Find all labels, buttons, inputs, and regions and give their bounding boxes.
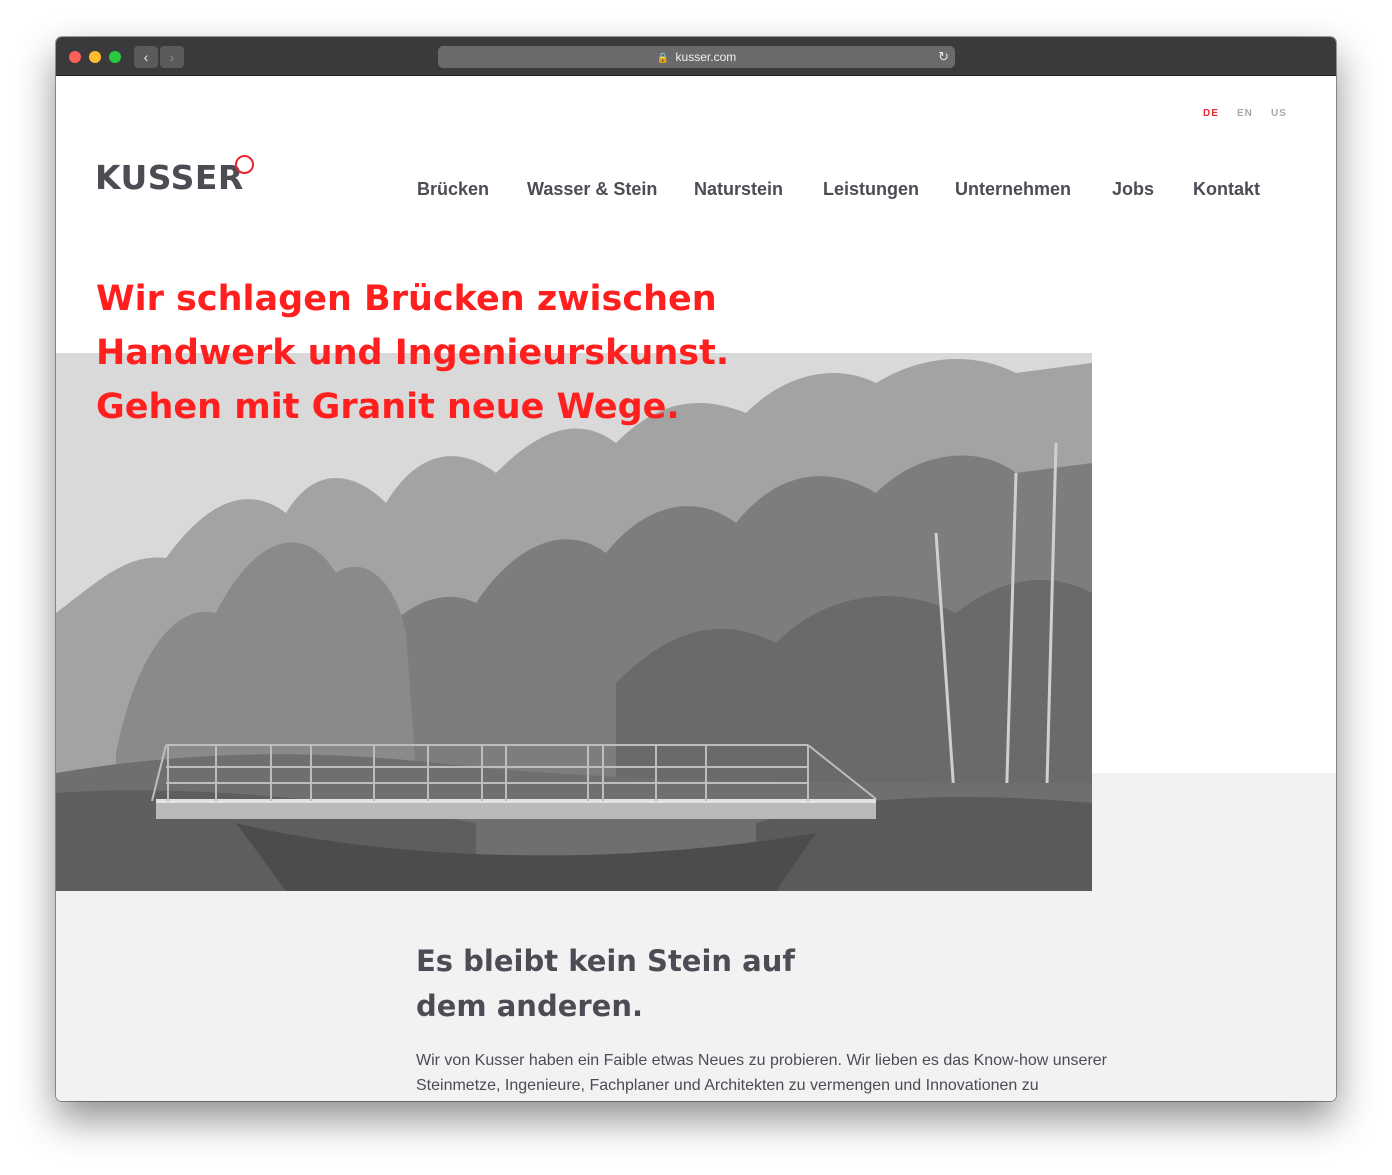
reload-icon[interactable]: ↻ xyxy=(938,46,949,68)
language-de-link[interactable]: DE xyxy=(1203,108,1219,119)
maximize-window-button[interactable] xyxy=(109,51,121,63)
address-bar-url: kusser.com xyxy=(675,50,737,64)
section-title-line: dem anderen. xyxy=(416,989,644,1023)
hero-headline-line: Handwerk und Ingenieurskunst. xyxy=(96,333,730,373)
nav-item-kontakt[interactable]: Kontakt xyxy=(1193,179,1260,200)
hero-headline-line: Gehen mit Granit neue Wege. xyxy=(96,387,680,427)
section-title: Es bleibt kein Stein auf dem anderen. xyxy=(416,939,896,1029)
section-body-line: Steinmetze, Ingenieure, Fachplaner und A… xyxy=(416,1077,1039,1094)
nav-item-unternehmen[interactable]: Unternehmen xyxy=(955,179,1071,200)
hero-headline-line: Wir schlagen Brücken zwischen xyxy=(96,279,717,319)
address-bar[interactable]: 🔒 kusser.com ↻ xyxy=(438,46,955,68)
web-page: DE EN US KUSSER Brücken Wasser & Stein N… xyxy=(56,76,1336,1101)
section-title-line: Es bleibt kein Stein auf xyxy=(416,944,795,978)
language-us-link[interactable]: US xyxy=(1271,108,1287,119)
nav-item-wasser-stein[interactable]: Wasser & Stein xyxy=(527,179,657,200)
section-body-line: Wir von Kusser haben ein Faible etwas Ne… xyxy=(416,1052,1108,1069)
close-window-button[interactable] xyxy=(69,51,81,63)
site-logo[interactable]: KUSSER xyxy=(95,155,254,202)
minimize-window-button[interactable] xyxy=(89,51,101,63)
nav-item-bruecken[interactable]: Brücken xyxy=(417,179,489,200)
section-body: Wir von Kusser haben ein Faible etwas Ne… xyxy=(416,1048,1216,1098)
nav-item-naturstein[interactable]: Naturstein xyxy=(694,179,783,200)
browser-titlebar: ‹ › 🔒 kusser.com ↻ xyxy=(56,37,1336,76)
browser-window: ‹ › 🔒 kusser.com ↻ DE EN US KUSSER Brück… xyxy=(56,37,1336,1101)
back-icon[interactable]: ‹ xyxy=(134,46,158,68)
nav-item-leistungen[interactable]: Leistungen xyxy=(823,179,919,200)
logo-ring-icon xyxy=(235,155,254,174)
language-en-link[interactable]: EN xyxy=(1237,108,1253,119)
lock-icon: 🔒 xyxy=(656,53,670,64)
forward-icon[interactable]: › xyxy=(160,46,184,68)
logo-text: KUSSER xyxy=(95,158,244,197)
nav-item-jobs[interactable]: Jobs xyxy=(1112,179,1154,200)
hero-headline: Wir schlagen Brücken zwischen Handwerk u… xyxy=(96,272,796,434)
